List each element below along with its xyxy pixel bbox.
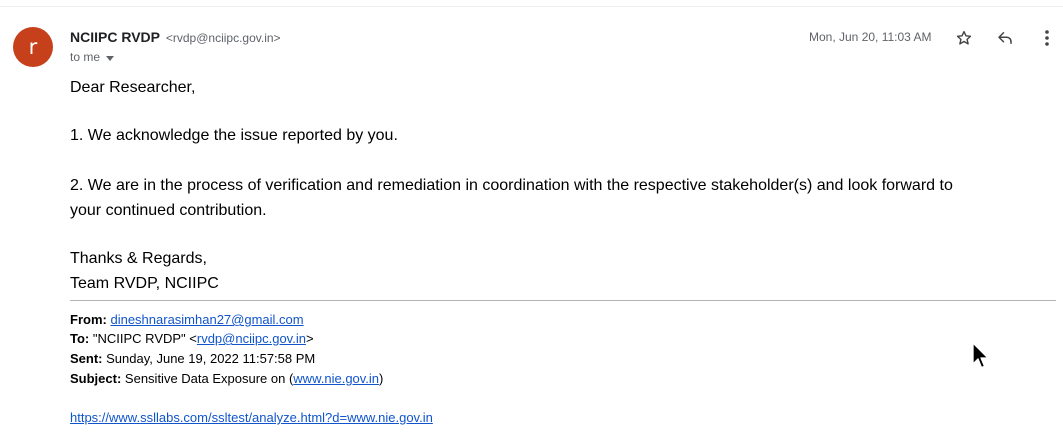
star-icon	[956, 30, 972, 45]
body-signature: Team RVDP, NCIIPC	[70, 275, 219, 292]
sender-info: NCIIPC RVDP <rvdp@nciipc.gov.in>	[70, 29, 281, 45]
sender-email: <rvdp@nciipc.gov.in>	[165, 31, 281, 45]
quoted-subject: Subject: Sensitive Data Exposure on (www…	[70, 371, 383, 387]
recipients-toggle[interactable]: to me	[70, 50, 115, 64]
reply-button[interactable]	[994, 27, 1016, 49]
quoted-subject-label: Subject:	[70, 371, 122, 386]
body-greeting: Dear Researcher,	[70, 79, 196, 96]
ssllabs-url: https://www.ssllabs.com/ssltest/analyze.…	[70, 410, 433, 426]
quoted-to-prefix: "NCIIPC RVDP" <	[92, 331, 197, 346]
quoted-to-link[interactable]: rvdp@nciipc.gov.in	[197, 331, 306, 346]
sender-name[interactable]: NCIIPC RVDP	[70, 29, 160, 45]
body-line-2b: your continued contribution.	[70, 202, 267, 219]
quoted-sent-value: Sunday, June 19, 2022 11:57:58 PM	[106, 351, 316, 366]
reply-icon	[998, 32, 1012, 44]
quote-divider	[70, 300, 1056, 301]
quoted-subject-suffix: )	[379, 371, 384, 386]
quoted-to-suffix: >	[305, 331, 314, 346]
quoted-from-link[interactable]: dineshnarasimhan27@gmail.com	[110, 312, 303, 327]
message-date: Mon, Jun 20, 11:03 AM	[809, 30, 932, 44]
chevron-down-icon[interactable]	[106, 55, 115, 61]
body-line-1: 1. We acknowledge the issue reported by …	[70, 127, 398, 144]
top-divider	[0, 6, 1063, 7]
to-me-label: to me	[70, 50, 101, 64]
quoted-sent: Sent: Sunday, June 19, 2022 11:57:58 PM	[70, 351, 315, 367]
mouse-cursor-icon	[972, 342, 989, 369]
quoted-subject-prefix: Sensitive Data Exposure on (	[124, 371, 294, 386]
more-vert-icon	[1045, 30, 1049, 46]
quoted-sent-label: Sent:	[70, 351, 103, 366]
quoted-from-label: From:	[70, 312, 107, 327]
ssllabs-link[interactable]: https://www.ssllabs.com/ssltest/analyze.…	[70, 410, 433, 425]
quoted-subject-link[interactable]: www.nie.gov.in	[293, 371, 379, 386]
more-options-button[interactable]	[1036, 27, 1058, 49]
body-line-2a: 2. We are in the process of verification…	[70, 177, 953, 194]
quoted-from: From: dineshnarasimhan27@gmail.com	[70, 312, 304, 328]
body-thanks: Thanks & Regards,	[70, 250, 207, 267]
star-button[interactable]	[953, 27, 975, 49]
quoted-to: To: "NCIIPC RVDP" <rvdp@nciipc.gov.in>	[70, 331, 314, 347]
sender-avatar[interactable]: r	[13, 27, 53, 67]
quoted-to-label: To:	[70, 331, 90, 346]
